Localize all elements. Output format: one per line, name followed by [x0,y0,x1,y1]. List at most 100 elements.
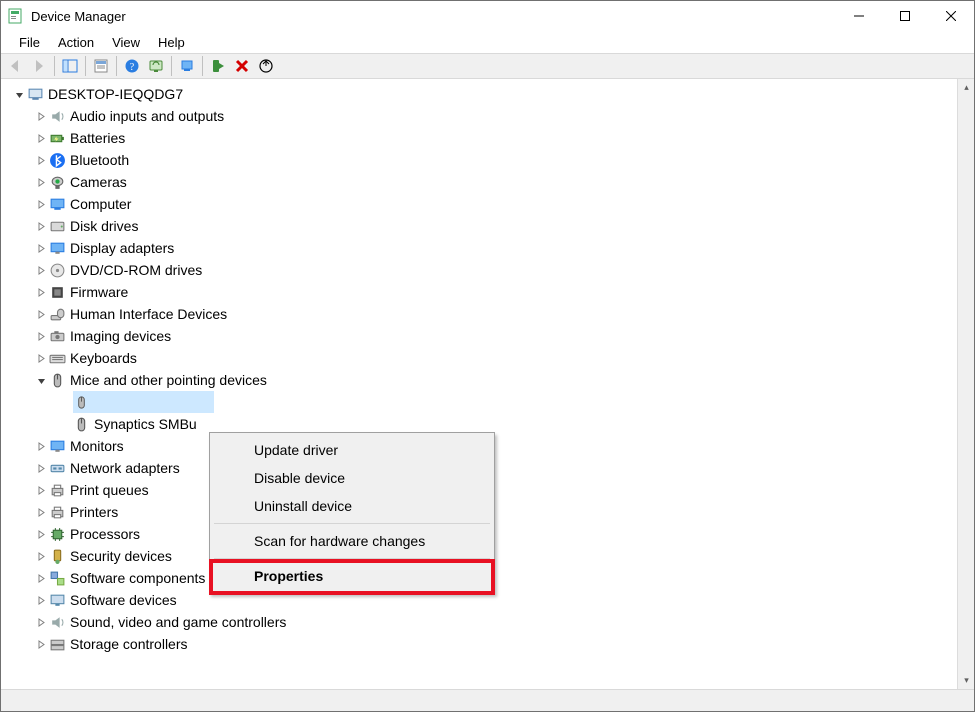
collapse-icon[interactable] [33,372,49,388]
tree-category[interactable]: Cameras [1,171,957,193]
scan-hardware-button[interactable] [144,55,168,77]
toolbar: ? [1,53,974,79]
tree-category[interactable]: Batteries [1,127,957,149]
menu-view[interactable]: View [104,33,148,52]
category-icon [49,548,66,565]
category-icon [49,306,66,323]
tree-category[interactable]: Storage controllers [1,633,957,655]
expand-icon[interactable] [33,240,49,256]
category-icon [49,108,66,125]
expand-icon[interactable] [33,548,49,564]
expand-icon[interactable] [33,284,49,300]
context-menu-item[interactable]: Disable device [212,464,492,492]
tree-item-label: Human Interface Devices [70,306,227,322]
help-button[interactable]: ? [120,55,144,77]
mouse-icon [73,394,90,411]
category-icon [49,218,66,235]
tree-category[interactable]: Audio inputs and outputs [1,105,957,127]
scroll-down-icon[interactable]: ▾ [958,672,975,689]
content: DESKTOP-IEQQDG7 Audio inputs and outputs B… [1,79,974,689]
tree-category[interactable]: Imaging devices [1,325,957,347]
category-icon [49,592,66,609]
expand-icon[interactable] [33,350,49,366]
svg-text:?: ? [130,62,135,73]
expand-icon[interactable] [33,218,49,234]
tree-device[interactable] [1,391,957,413]
tree-item-label: Monitors [70,438,124,454]
window-controls [836,1,974,31]
tree-category[interactable]: Sound, video and game controllers [1,611,957,633]
tree-item-label: Mice and other pointing devices [70,372,267,388]
category-icon [49,240,66,257]
tree-item-label: Synaptics SMBu [94,416,197,432]
minimize-button[interactable] [836,1,882,31]
expand-icon[interactable] [33,504,49,520]
expand-icon[interactable] [33,636,49,652]
expand-icon[interactable] [33,328,49,344]
menu-file[interactable]: File [11,33,48,52]
window-title: Device Manager [31,9,126,24]
device-tree[interactable]: DESKTOP-IEQQDG7 Audio inputs and outputs B… [1,79,957,689]
tree-category[interactable]: Disk drives [1,215,957,237]
tree-category[interactable]: Firmware [1,281,957,303]
expand-icon[interactable] [33,306,49,322]
tree-category[interactable]: Computer [1,193,957,215]
context-menu-item[interactable]: Scan for hardware changes [212,527,492,555]
mouse-icon [73,416,90,433]
tree-root[interactable]: DESKTOP-IEQQDG7 [1,83,957,105]
tree-item-label: Disk drives [70,218,138,234]
maximize-button[interactable] [882,1,928,31]
scroll-up-icon[interactable]: ▴ [958,79,975,96]
disable-device-button[interactable] [254,55,278,77]
properties-button[interactable] [89,55,113,77]
toolbar-separator [85,56,86,76]
update-driver-button[interactable] [175,55,199,77]
context-menu-item[interactable]: Update driver [212,436,492,464]
expand-icon[interactable] [33,526,49,542]
expand-icon[interactable] [33,482,49,498]
category-icon [49,196,66,213]
category-icon [49,570,66,587]
tree-category[interactable]: Human Interface Devices [1,303,957,325]
tree-item-label: Batteries [70,130,125,146]
collapse-icon[interactable] [11,86,27,102]
tree-category[interactable]: Keyboards [1,347,957,369]
expand-icon[interactable] [33,196,49,212]
show-hide-tree-button[interactable] [58,55,82,77]
enable-device-button[interactable] [206,55,230,77]
expand-icon[interactable] [33,570,49,586]
menu-help[interactable]: Help [150,33,193,52]
category-icon [49,636,66,653]
uninstall-device-button[interactable] [230,55,254,77]
expand-icon[interactable] [33,108,49,124]
forward-button[interactable] [27,55,51,77]
expand-icon[interactable] [33,174,49,190]
context-menu-separator [214,558,490,559]
menu-action[interactable]: Action [50,33,102,52]
category-icon [49,328,66,345]
expand-icon[interactable] [33,460,49,476]
back-button[interactable] [3,55,27,77]
category-icon [49,372,66,389]
category-icon [49,526,66,543]
expand-icon[interactable] [33,262,49,278]
context-menu-item[interactable]: Uninstall device [212,492,492,520]
context-menu-item[interactable]: Properties [212,562,492,590]
category-icon [49,460,66,477]
tree-category[interactable]: DVD/CD-ROM drives [1,259,957,281]
expand-icon[interactable] [33,130,49,146]
category-icon [49,350,66,367]
tree-category[interactable]: Display adapters [1,237,957,259]
tree-category[interactable]: Mice and other pointing devices [1,369,957,391]
expand-icon[interactable] [33,438,49,454]
tree-item-label: DESKTOP-IEQQDG7 [48,86,183,102]
expand-icon[interactable] [33,592,49,608]
vertical-scrollbar[interactable]: ▴ ▾ [957,79,974,689]
tree-item-label: Printers [70,504,118,520]
tree-category[interactable]: Bluetooth [1,149,957,171]
expand-icon[interactable] [33,152,49,168]
category-icon [49,130,66,147]
category-icon [49,174,66,191]
expand-icon[interactable] [33,614,49,630]
close-button[interactable] [928,1,974,31]
